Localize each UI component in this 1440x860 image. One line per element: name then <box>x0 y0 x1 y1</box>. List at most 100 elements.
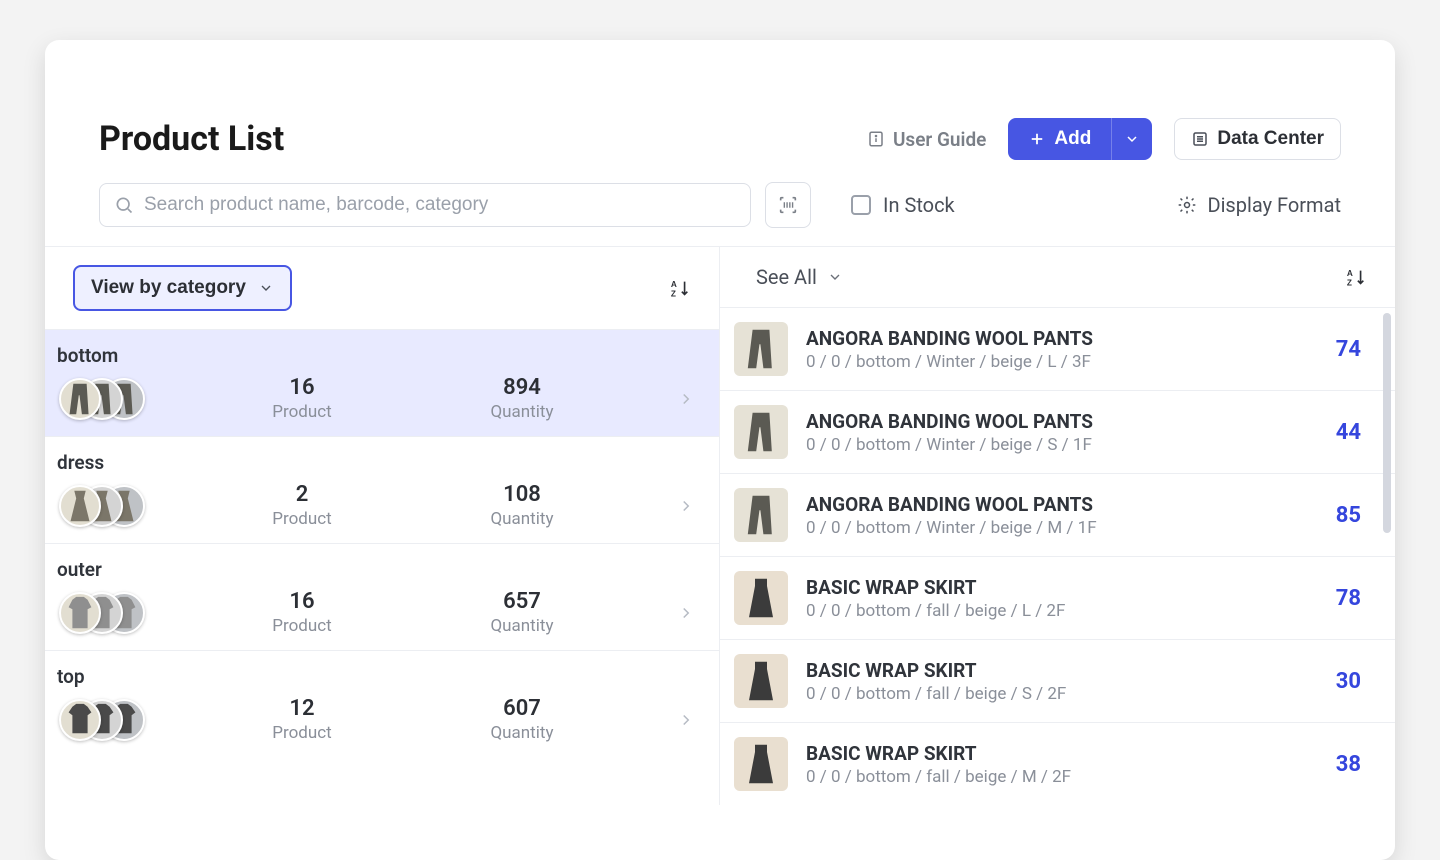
see-all-label: See All <box>756 265 817 289</box>
metric-quantity-label: Quantity <box>442 723 602 743</box>
skirt-thumb-icon <box>734 654 788 708</box>
category-list: bottom16Product894Quantitydress2Product1… <box>45 329 719 757</box>
product-row[interactable]: ANGORA BANDING WOOL PANTS0 / 0 / bottom … <box>720 390 1395 473</box>
barcode-icon <box>777 194 799 216</box>
chevron-right-icon <box>677 390 697 408</box>
split-pane: View by category A Z <box>45 246 1395 805</box>
metric-quantity-value: 657 <box>442 589 602 614</box>
add-button-group: Add <box>1008 118 1152 160</box>
product-row[interactable]: BASIC WRAP SKIRT0 / 0 / bottom / fall / … <box>720 722 1395 805</box>
category-row[interactable]: outer16Product657Quantity <box>45 543 719 650</box>
metric-quantity: 657Quantity <box>442 589 602 636</box>
product-count: 78 <box>1336 586 1367 611</box>
product-path: 0 / 0 / bottom / Winter / beige / S / 1F <box>806 435 1318 455</box>
search-icon <box>114 195 134 215</box>
category-pane-head: View by category A Z <box>45 247 719 329</box>
category-metrics: 16Product894Quantity <box>147 375 677 422</box>
metric-product-label: Product <box>222 616 382 636</box>
sort-az-icon: A Z <box>669 277 691 299</box>
metric-product-label: Product <box>222 723 382 743</box>
data-center-button[interactable]: Data Center <box>1174 118 1341 160</box>
metric-product-value: 2 <box>222 482 382 507</box>
category-body: 12Product 607Quantity <box>57 696 697 743</box>
category-name: top <box>57 665 697 688</box>
pants-thumb-icon <box>734 488 788 542</box>
pants-thumb-icon <box>734 322 788 376</box>
product-path: 0 / 0 / bottom / Winter / beige / M / 1F <box>806 518 1318 538</box>
scrollbar-thumb[interactable] <box>1383 313 1391 533</box>
chevron-right-icon <box>677 497 697 515</box>
product-row[interactable]: ANGORA BANDING WOOL PANTS0 / 0 / bottom … <box>720 473 1395 556</box>
barcode-scan-button[interactable] <box>765 182 811 228</box>
metric-product-value: 12 <box>222 696 382 721</box>
metric-quantity-value: 894 <box>442 375 602 400</box>
category-body: 16Product894Quantity <box>57 375 697 422</box>
category-thumbs <box>57 378 147 420</box>
chevron-down-icon <box>827 269 843 285</box>
product-path: 0 / 0 / bottom / Winter / beige / L / 3F <box>806 352 1318 372</box>
svg-text:Z: Z <box>671 289 676 298</box>
product-info: ANGORA BANDING WOOL PANTS0 / 0 / bottom … <box>806 327 1318 372</box>
category-metrics: 2Product 108Quantity <box>147 482 677 529</box>
chevron-right-icon <box>677 604 697 622</box>
metric-quantity: 108Quantity <box>442 482 602 529</box>
metric-quantity: 607Quantity <box>442 696 602 743</box>
in-stock-label: In Stock <box>883 193 955 217</box>
category-row[interactable]: top 12Product 607Quantity <box>45 650 719 757</box>
sort-az-button[interactable]: A Z <box>1345 266 1367 288</box>
product-title: BASIC WRAP SKIRT <box>806 659 1318 682</box>
add-button[interactable]: Add <box>1008 118 1111 160</box>
outer-thumb-icon <box>59 592 101 634</box>
product-pane-head: See All A Z <box>720 247 1395 307</box>
product-row[interactable]: BASIC WRAP SKIRT0 / 0 / bottom / fall / … <box>720 639 1395 722</box>
product-info: ANGORA BANDING WOOL PANTS0 / 0 / bottom … <box>806 493 1318 538</box>
see-all-dropdown[interactable]: See All <box>748 265 843 289</box>
svg-text:Z: Z <box>1347 278 1352 287</box>
product-title: ANGORA BANDING WOOL PANTS <box>806 493 1318 516</box>
category-name: dress <box>57 451 697 474</box>
category-metrics: 12Product 607Quantity <box>147 696 677 743</box>
product-info: BASIC WRAP SKIRT0 / 0 / bottom / fall / … <box>806 742 1318 787</box>
category-row[interactable]: bottom16Product894Quantity <box>45 329 719 436</box>
product-title: BASIC WRAP SKIRT <box>806 742 1318 765</box>
header: Product List User Guide <box>45 118 1395 160</box>
metric-product-label: Product <box>222 402 382 422</box>
svg-text:A: A <box>671 280 677 289</box>
metric-quantity-value: 108 <box>442 482 602 507</box>
product-count: 85 <box>1336 503 1367 528</box>
product-count: 44 <box>1336 420 1367 445</box>
pants-thumb-icon <box>734 405 788 459</box>
metric-product: 2Product <box>222 482 382 529</box>
search-box[interactable] <box>99 183 751 227</box>
add-button-label: Add <box>1054 128 1091 150</box>
display-format-button[interactable]: Display Format <box>1177 193 1341 217</box>
book-icon <box>867 130 885 148</box>
search-input[interactable] <box>144 194 736 216</box>
chevron-down-icon <box>1124 131 1140 147</box>
sort-az-button[interactable]: A Z <box>669 277 691 299</box>
metric-product-value: 16 <box>222 589 382 614</box>
product-title: BASIC WRAP SKIRT <box>806 576 1318 599</box>
skirt-thumb-icon <box>734 571 788 625</box>
category-thumbs <box>57 592 147 634</box>
product-info: ANGORA BANDING WOOL PANTS0 / 0 / bottom … <box>806 410 1318 455</box>
chevron-right-icon <box>677 711 697 729</box>
display-format-label: Display Format <box>1207 193 1341 217</box>
view-by-category-dropdown[interactable]: View by category <box>73 265 292 311</box>
category-metrics: 16Product 657Quantity <box>147 589 677 636</box>
category-row[interactable]: dress 2Product 108Quantity <box>45 436 719 543</box>
category-body: 2Product 108Quantity <box>57 482 697 529</box>
product-pane: See All A Z <box>720 247 1395 805</box>
product-title: ANGORA BANDING WOOL PANTS <box>806 327 1318 350</box>
product-count: 74 <box>1336 337 1367 362</box>
product-title: ANGORA BANDING WOOL PANTS <box>806 410 1318 433</box>
product-row[interactable]: ANGORA BANDING WOOL PANTS0 / 0 / bottom … <box>720 307 1395 390</box>
product-path: 0 / 0 / bottom / fall / beige / M / 2F <box>806 767 1318 787</box>
user-guide-link[interactable]: User Guide <box>867 128 986 151</box>
toolbar: In Stock Display Format <box>45 160 1395 246</box>
top-thumb-icon <box>59 699 101 741</box>
add-dropdown-button[interactable] <box>1111 118 1152 160</box>
metric-product: 16Product <box>222 375 382 422</box>
product-row[interactable]: BASIC WRAP SKIRT0 / 0 / bottom / fall / … <box>720 556 1395 639</box>
in-stock-filter[interactable]: In Stock <box>851 193 955 217</box>
